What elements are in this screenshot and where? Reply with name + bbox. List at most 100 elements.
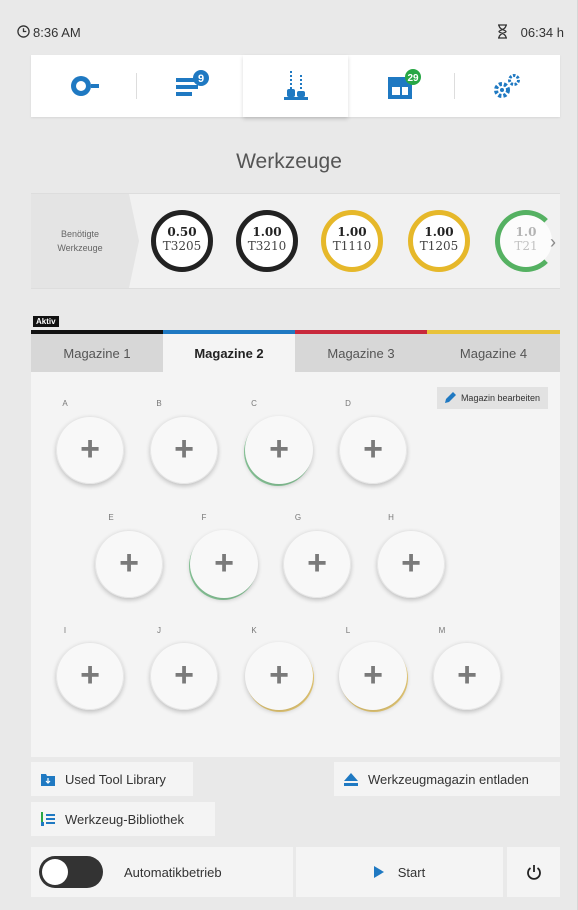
required-tools-label-line1: Benötigte bbox=[60, 229, 99, 239]
required-tool[interactable]: 1.00 T1110 bbox=[321, 210, 383, 272]
slot-e[interactable]: + bbox=[95, 530, 163, 598]
slot-letter: H bbox=[388, 513, 394, 522]
slot-g[interactable]: + bbox=[283, 530, 351, 598]
chevron-right-icon[interactable]: › bbox=[550, 232, 556, 253]
nav-tools[interactable] bbox=[243, 55, 348, 117]
start-button[interactable]: Start bbox=[296, 847, 503, 897]
slot-i[interactable]: + bbox=[56, 642, 124, 710]
slot-letter: E bbox=[108, 513, 114, 522]
required-tool[interactable]: 1.00 T1205 bbox=[408, 210, 470, 272]
tool-id: T21 bbox=[514, 239, 538, 253]
nav-settings[interactable] bbox=[455, 55, 560, 117]
slot-j[interactable]: + bbox=[150, 642, 218, 710]
tool-diameter: 1.0 bbox=[515, 225, 537, 239]
slot-b[interactable]: + bbox=[150, 416, 218, 484]
nav-machine[interactable] bbox=[31, 55, 136, 117]
required-tool[interactable]: 1.00 T3210 bbox=[236, 210, 298, 272]
slot-letter: A bbox=[62, 399, 68, 408]
required-tools-label: Benötigte Werkzeuge bbox=[31, 194, 139, 288]
required-tools-label-line2: Werkzeuge bbox=[57, 243, 103, 253]
slot-letter: L bbox=[345, 626, 351, 635]
plus-icon: + bbox=[363, 656, 383, 694]
slot-c[interactable]: + bbox=[245, 416, 313, 484]
tool-diameter: 1.00 bbox=[337, 225, 367, 239]
start-label: Start bbox=[397, 864, 426, 880]
required-tool[interactable]: 0.50 T3205 bbox=[151, 210, 213, 272]
runtime-timer: 06:34 h bbox=[520, 25, 564, 40]
svg-text:9: 9 bbox=[197, 73, 203, 85]
slot-letter: D bbox=[345, 399, 351, 408]
svg-text:29: 29 bbox=[407, 73, 419, 84]
status-bar: 8:36 AM 06:34 h bbox=[0, 0, 578, 52]
edit-magazine-button[interactable]: Magazin bearbeiten bbox=[436, 387, 548, 409]
slot-a[interactable]: + bbox=[56, 416, 124, 484]
slot-letter: B bbox=[156, 399, 162, 408]
play-icon bbox=[373, 866, 384, 878]
power-button[interactable] bbox=[507, 847, 560, 897]
job-list-icon: 9 bbox=[175, 70, 209, 96]
bottom-bar: Automatikbetrieb Start bbox=[31, 847, 560, 897]
plus-icon: + bbox=[269, 430, 289, 468]
clock-icon bbox=[17, 25, 30, 38]
used-tool-library-button[interactable]: Used Tool Library bbox=[31, 762, 193, 796]
plus-icon: + bbox=[80, 430, 100, 468]
hourglass-icon bbox=[498, 24, 507, 39]
required-tool[interactable]: 1.0 T21 bbox=[495, 210, 557, 272]
plus-icon: + bbox=[80, 656, 100, 694]
material-icon: 29 bbox=[387, 69, 421, 99]
tab-magazine-4[interactable]: Magazine 4 bbox=[427, 330, 560, 372]
plus-icon: + bbox=[174, 430, 194, 468]
plus-icon: + bbox=[307, 544, 327, 582]
magazine-tabs: Magazine 1 Magazine 2 Magazine 3 Magazin… bbox=[31, 330, 560, 372]
pencil-icon bbox=[444, 392, 456, 403]
tool-list-icon bbox=[41, 812, 55, 826]
automatic-mode-toggle[interactable] bbox=[39, 856, 103, 888]
edit-magazine-label: Magazin bearbeiten bbox=[460, 393, 540, 403]
unload-magazine-button[interactable]: Werkzeugmagazin entladen bbox=[334, 762, 560, 796]
plus-icon: + bbox=[214, 544, 234, 582]
main-nav: 9 29 bbox=[31, 55, 560, 117]
slot-f[interactable]: + bbox=[190, 530, 258, 598]
plus-icon: + bbox=[174, 656, 194, 694]
slot-letter: K bbox=[251, 626, 257, 635]
slot-l[interactable]: + bbox=[339, 642, 407, 710]
tool-diameter: 1.00 bbox=[252, 225, 282, 239]
nav-materials[interactable]: 29 bbox=[349, 55, 454, 117]
tab-magazine-3[interactable]: Magazine 3 bbox=[295, 330, 427, 372]
magazine-panel: Magazin bearbeiten A + B + C + D + E + F… bbox=[31, 372, 560, 757]
slot-d[interactable]: + bbox=[339, 416, 407, 484]
tool-id: T1205 bbox=[419, 239, 459, 253]
eject-icon bbox=[344, 772, 358, 786]
active-badge: Aktiv bbox=[33, 316, 59, 327]
automatic-mode-label: Automatikbetrieb bbox=[124, 864, 222, 880]
current-time: 8:36 AM bbox=[33, 25, 81, 40]
tool-library-button[interactable]: Werkzeug-Bibliothek bbox=[31, 802, 215, 836]
slot-letter: C bbox=[251, 399, 257, 408]
plus-icon: + bbox=[269, 656, 289, 694]
folder-download-icon bbox=[41, 773, 55, 786]
slot-letter: I bbox=[63, 626, 67, 635]
required-tools-strip: Benötigte Werkzeuge 0.50 T3205 1.00 T321… bbox=[31, 193, 560, 289]
tool-id: T1110 bbox=[332, 239, 372, 253]
page-title: Werkzeuge bbox=[236, 150, 342, 173]
tool-library-label: Werkzeug-Bibliothek bbox=[65, 811, 184, 827]
slot-h[interactable]: + bbox=[377, 530, 445, 598]
slot-m[interactable]: + bbox=[433, 642, 501, 710]
plus-icon: + bbox=[457, 656, 477, 694]
machine-status-icon bbox=[70, 76, 99, 96]
plus-icon: + bbox=[363, 430, 383, 468]
tool-id: T3205 bbox=[162, 239, 202, 253]
slot-letter: J bbox=[157, 626, 161, 635]
power-icon bbox=[526, 865, 541, 880]
tool-diameter: 0.50 bbox=[167, 225, 197, 239]
slot-k[interactable]: + bbox=[245, 642, 313, 710]
tab-magazine-1[interactable]: Magazine 1 bbox=[31, 330, 163, 372]
tool-diameter: 1.00 bbox=[424, 225, 454, 239]
plus-icon: + bbox=[401, 544, 421, 582]
slot-letter: G bbox=[294, 513, 302, 522]
tab-magazine-2[interactable]: Magazine 2 bbox=[163, 330, 295, 372]
nav-jobs[interactable]: 9 bbox=[137, 55, 242, 117]
automatic-mode-control: Automatikbetrieb bbox=[31, 847, 293, 897]
slot-letter: F bbox=[201, 513, 207, 522]
slot-letter: M bbox=[438, 626, 446, 635]
